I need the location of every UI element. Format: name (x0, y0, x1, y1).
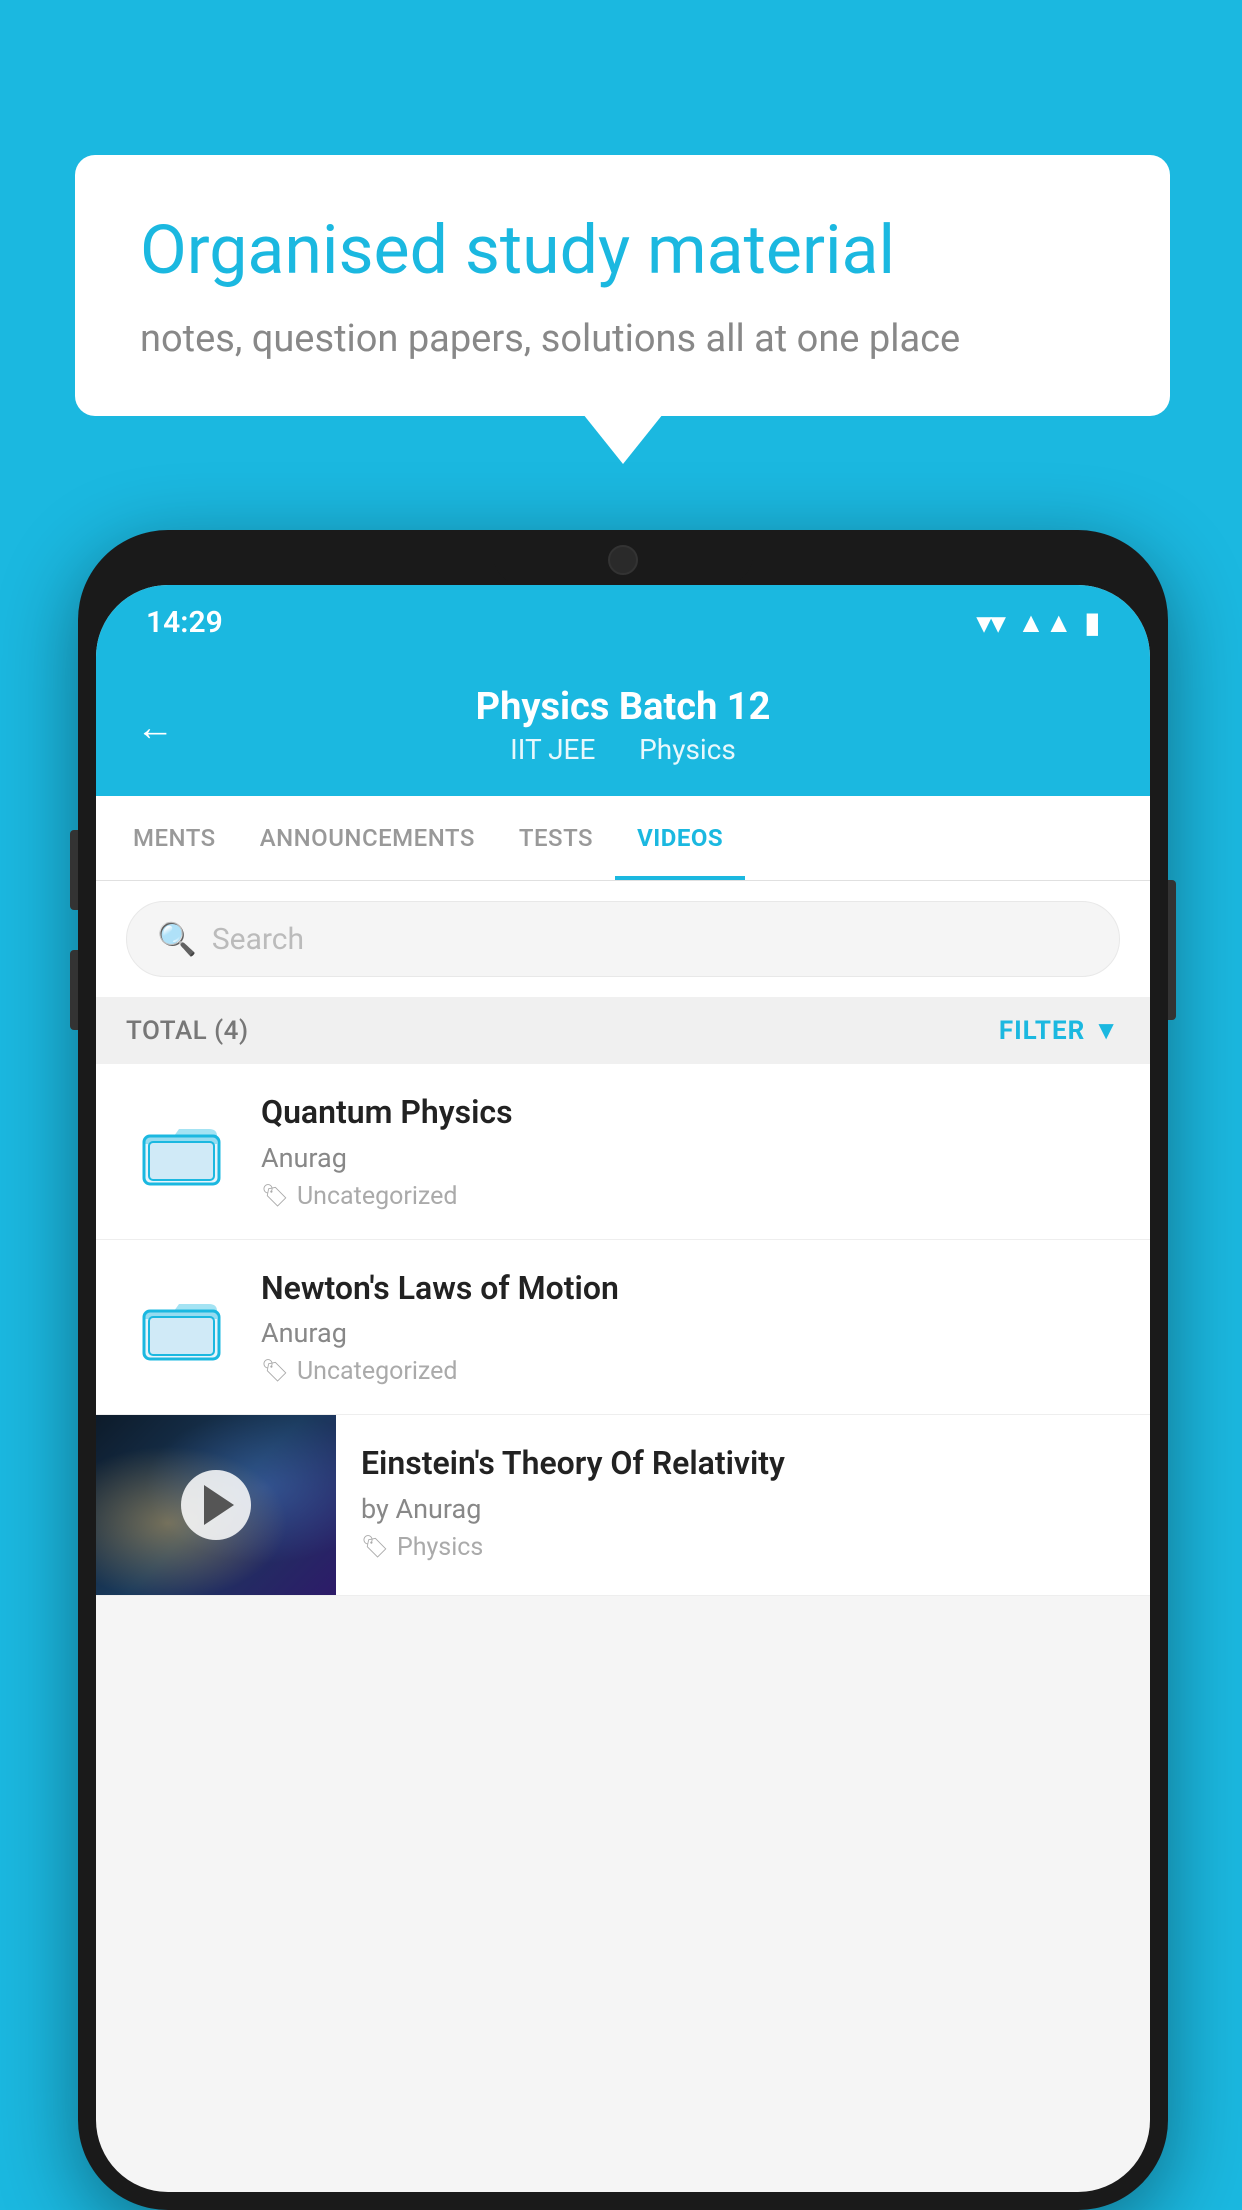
video-tag: 🏷 Uncategorized (261, 1357, 1120, 1386)
battery-icon: ▮ (1085, 606, 1100, 639)
play-icon (204, 1485, 234, 1525)
status-bar: 14:29 ▾▾ ▲▲ ▮ (96, 585, 1150, 660)
back-button[interactable]: ← (136, 706, 174, 750)
header-title: Physics Batch 12 (136, 685, 1110, 729)
search-container: 🔍 Search (96, 881, 1150, 997)
phone-frame: 14:29 ▾▾ ▲▲ ▮ ← Physics Batch 12 IIT JEE… (78, 530, 1168, 2210)
bubble-title: Organised study material (140, 210, 1105, 292)
video-info: Einstein's Theory Of Relativity by Anura… (336, 1415, 1150, 1590)
filter-label: FILTER (999, 1016, 1085, 1046)
tab-videos[interactable]: VIDEOS (615, 796, 745, 880)
status-time: 14:29 (146, 605, 223, 640)
tab-ments[interactable]: MENTS (111, 796, 238, 880)
tag-iit-jee: IIT JEE (510, 733, 595, 766)
video-author: Anurag (261, 1142, 1120, 1174)
status-icons: ▾▾ ▲▲ ▮ (977, 606, 1100, 639)
signal-icon: ▲▲ (1017, 606, 1072, 639)
search-bar[interactable]: 🔍 Search (126, 901, 1120, 977)
play-button[interactable] (181, 1470, 251, 1540)
video-info: Newton's Laws of Motion Anurag 🏷 Uncateg… (261, 1268, 1120, 1387)
folder-icon (126, 1106, 236, 1196)
tab-tests[interactable]: TESTS (497, 796, 615, 880)
tag-icon: 🏷 (361, 1535, 389, 1560)
video-list: Quantum Physics Anurag 🏷 Uncategorized (96, 1064, 1150, 1596)
filter-button[interactable]: FILTER ▼ (999, 1015, 1120, 1046)
search-icon: 🔍 (157, 920, 197, 958)
tag-physics: Physics (639, 733, 736, 766)
volume-down-button (70, 950, 78, 1030)
app-header: ← Physics Batch 12 IIT JEE Physics (96, 660, 1150, 796)
filter-row: TOTAL (4) FILTER ▼ (96, 997, 1150, 1064)
camera-icon (608, 545, 638, 575)
video-author: Anurag (261, 1317, 1120, 1349)
search-placeholder: Search (212, 922, 304, 957)
phone-notch (493, 530, 753, 585)
video-tag: 🏷 Uncategorized (261, 1182, 1120, 1211)
list-item[interactable]: Quantum Physics Anurag 🏷 Uncategorized (96, 1064, 1150, 1240)
video-tag: 🏷 Physics (361, 1533, 1125, 1562)
video-title: Newton's Laws of Motion (261, 1268, 1120, 1310)
volume-up-button (70, 830, 78, 910)
video-author: by Anurag (361, 1493, 1125, 1525)
tag-label: Uncategorized (297, 1357, 458, 1386)
bubble-subtitle: notes, question papers, solutions all at… (140, 317, 1105, 361)
total-count: TOTAL (4) (126, 1016, 249, 1046)
tag-label: Physics (397, 1533, 483, 1562)
tag-label: Uncategorized (297, 1182, 458, 1211)
power-button (1168, 880, 1176, 1020)
phone-screen: 14:29 ▾▾ ▲▲ ▮ ← Physics Batch 12 IIT JEE… (96, 585, 1150, 2192)
wifi-icon: ▾▾ (977, 606, 1005, 639)
tab-announcements[interactable]: ANNOUNCEMENTS (238, 796, 497, 880)
speech-bubble: Organised study material notes, question… (75, 155, 1170, 416)
header-subtitle: IIT JEE Physics (136, 733, 1110, 766)
list-item[interactable]: Newton's Laws of Motion Anurag 🏷 Uncateg… (96, 1240, 1150, 1416)
video-title: Einstein's Theory Of Relativity (361, 1443, 1125, 1485)
filter-icon: ▼ (1093, 1015, 1120, 1046)
video-thumbnail (96, 1415, 336, 1595)
video-info: Quantum Physics Anurag 🏷 Uncategorized (261, 1092, 1120, 1211)
tag-icon: 🏷 (261, 1359, 289, 1384)
speech-bubble-container: Organised study material notes, question… (75, 155, 1170, 416)
list-item[interactable]: Einstein's Theory Of Relativity by Anura… (96, 1415, 1150, 1596)
tabs-container: MENTS ANNOUNCEMENTS TESTS VIDEOS (96, 796, 1150, 881)
folder-icon (126, 1282, 236, 1372)
video-title: Quantum Physics (261, 1092, 1120, 1134)
tag-icon: 🏷 (261, 1184, 289, 1209)
